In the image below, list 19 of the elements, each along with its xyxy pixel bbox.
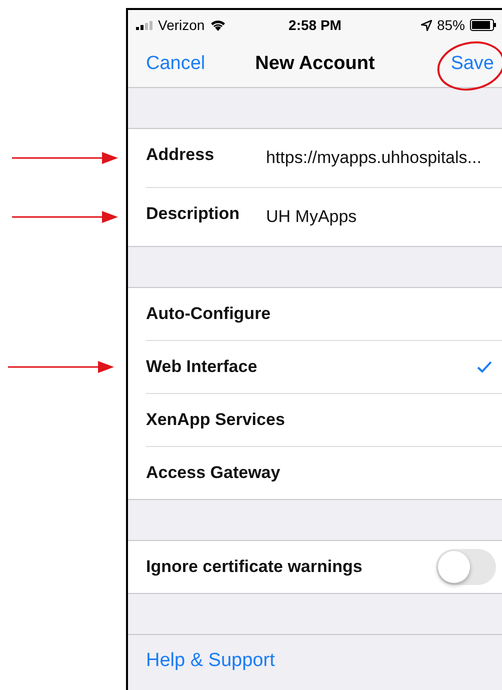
- screen-title: New Account: [255, 52, 375, 74]
- toggle-switch[interactable]: [436, 549, 496, 585]
- battery-percent: 85%: [436, 17, 465, 33]
- location-icon: [420, 20, 432, 30]
- wifi-icon: [210, 19, 226, 31]
- clock-time: 2:58 PM: [288, 17, 342, 33]
- battery-icon: [470, 19, 496, 31]
- option-item[interactable]: Web Interface: [146, 357, 258, 377]
- field-label: Address: [146, 145, 216, 165]
- field-value[interactable]: https://myapps.uhhospitals...: [266, 148, 482, 168]
- signal-icon: [136, 20, 153, 30]
- field-label: Description: [146, 204, 241, 224]
- option-item[interactable]: XenApp Services: [146, 410, 285, 430]
- option-item[interactable]: Auto-Configure: [146, 304, 271, 324]
- option-item[interactable]: Access Gateway: [146, 463, 280, 483]
- cancel-button[interactable]: Cancel: [146, 52, 206, 74]
- field-value[interactable]: UH MyApps: [266, 207, 357, 227]
- carrier-name: Verizon: [158, 17, 205, 33]
- setting-label: Ignore certificate warnings: [146, 557, 362, 577]
